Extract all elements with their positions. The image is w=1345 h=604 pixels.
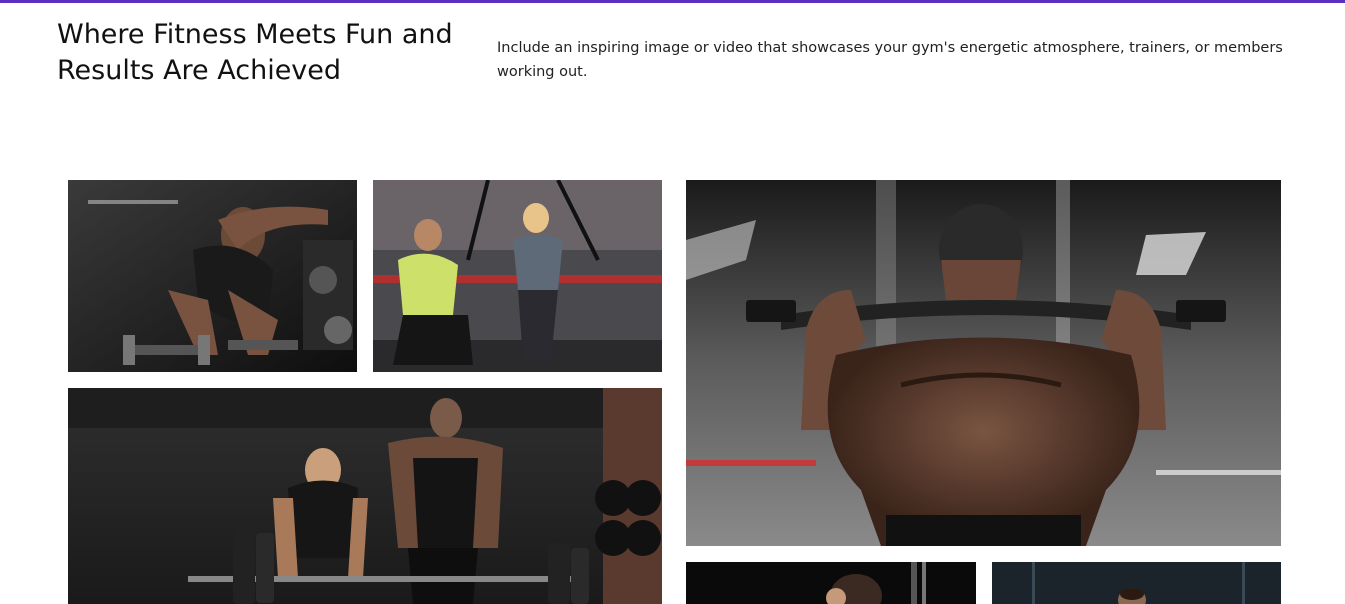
hero-description: Include an inspiring image or video that…	[497, 40, 1283, 80]
gallery-image-suspension-training	[373, 180, 662, 372]
gallery-image-deadlift	[68, 180, 357, 372]
gallery-image-barbell-lift	[68, 388, 662, 604]
gallery-image-woman-gym	[686, 562, 976, 604]
top-accent-rule	[0, 0, 1345, 3]
gallery-image-dark-gym	[992, 562, 1281, 604]
page-title: Where Fitness Meets Fun and Results Are …	[57, 19, 453, 86]
gallery-image-lat-pulldown	[686, 180, 1281, 546]
